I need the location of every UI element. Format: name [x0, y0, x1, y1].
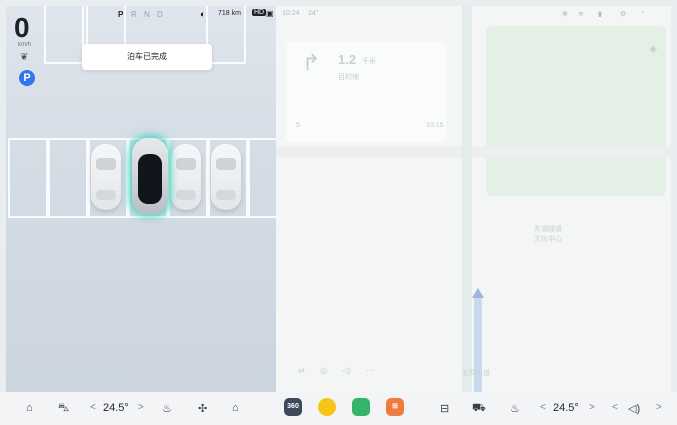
turn-right-icon: ↱ [302, 50, 321, 75]
car-air-icon[interactable]: ⛟ [472, 402, 486, 416]
screen-icon: ▣ [266, 9, 274, 18]
clock: 10:24 [282, 10, 300, 17]
current-location-icon [472, 288, 484, 298]
nav-eta-label: 5 [296, 122, 300, 129]
more-icon[interactable]: ⋯ [366, 366, 374, 375]
map-road [276, 146, 671, 158]
temp-right-up[interactable]: > [589, 402, 595, 413]
gallery-app-icon[interactable] [352, 398, 370, 416]
parked-car [211, 144, 241, 210]
gear-r: R [131, 10, 137, 19]
speed-value: 0 [14, 12, 30, 43]
fan-icon[interactable]: ✣ [198, 402, 207, 415]
eco-leaf-icon: ❦ [20, 52, 29, 63]
ego-vehicle [132, 138, 168, 214]
nav-distance: 1.2 [338, 52, 357, 67]
mute-icon[interactable]: ◎ [320, 366, 327, 375]
gear-p: P [118, 10, 124, 19]
volume-icon[interactable]: ◁) [628, 402, 640, 415]
temp-left-up[interactable]: > [138, 402, 144, 413]
volume-icon[interactable]: ◁) [342, 366, 351, 375]
signal-icon: ▮ [598, 11, 602, 18]
temp-left-down[interactable]: < [90, 402, 96, 413]
bottom-dock: ⌂ ⛍ < 24.5° > ♨ ✣ ⌂ 360 ⊞ ⊟ ⛟ ♨ < 24.5° … [0, 392, 677, 425]
gear-d: D [157, 10, 163, 19]
nav-road: 目的地 [338, 74, 359, 81]
right-temp: 24.5° [553, 402, 579, 414]
navigation-map[interactable]: 1.2 千米 目的地 5 10:15 ↱ 东湖绿道 文化中心 五四大道 ⇄ ◎ … [276, 6, 671, 392]
bluetooth-icon: ✻ [562, 11, 568, 18]
parking-slot [248, 138, 276, 218]
parking-view: 0 km/h ❦ P 泊车已完成 [6, 6, 276, 392]
battery-icon: ◐ [200, 9, 206, 19]
seat-heat-right-icon[interactable]: ♨ [510, 402, 520, 415]
wifi-icon: ≋ [578, 11, 584, 18]
nav-eta-time: 10:15 [426, 122, 444, 129]
lock-icon[interactable]: ⌂ [232, 402, 239, 414]
settings-icon[interactable]: ⚙ [620, 10, 626, 18]
left-temp: 24.5° [103, 402, 129, 414]
car-screen: 0 km/h ❦ P 泊车已完成 P R N D ◐ 718 km HD ▣ 1… [0, 0, 677, 425]
defrost-icon[interactable]: ⊟ [440, 402, 449, 415]
camera-360-app[interactable]: 360 [284, 398, 302, 416]
speed-unit: km/h [18, 42, 32, 48]
weather-temp: 24° [308, 10, 319, 17]
volume-down[interactable]: < [612, 402, 618, 413]
park-area [486, 26, 666, 196]
parking-complete-toast: 泊车已完成 [82, 44, 212, 70]
car-icon[interactable]: ⛍ [58, 402, 69, 416]
parked-car [171, 144, 201, 210]
gear-n: N [144, 10, 150, 19]
nav-distance-unit: 千米 [362, 58, 376, 65]
notification-icon[interactable]: ◔ [640, 10, 644, 17]
poi-label: 东湖绿道 文化中心 [534, 226, 562, 243]
parking-slot [48, 138, 88, 218]
temp-right-down[interactable]: < [540, 402, 546, 413]
road-label: 五四大道 [462, 370, 490, 377]
hd-badge-icon: HD [252, 9, 267, 16]
music-app-icon[interactable] [318, 398, 336, 416]
parking-assist-icon[interactable]: P [19, 70, 35, 86]
home-icon[interactable]: ⌂ [26, 402, 33, 414]
parking-slot [44, 6, 84, 64]
range-text: 718 km [218, 10, 241, 17]
seat-heat-icon[interactable]: ♨ [162, 402, 172, 415]
parked-car [91, 144, 121, 210]
map-road [462, 6, 472, 392]
route-icon[interactable]: ⇄ [298, 366, 305, 375]
layers-icon[interactable]: ◈ [649, 44, 657, 55]
nav-guidance-card: 1.2 千米 目的地 5 10:15 ↱ [286, 42, 446, 142]
volume-up[interactable]: > [656, 402, 662, 413]
apps-grid-icon[interactable]: ⊞ [386, 398, 404, 416]
parking-slot [8, 138, 48, 218]
